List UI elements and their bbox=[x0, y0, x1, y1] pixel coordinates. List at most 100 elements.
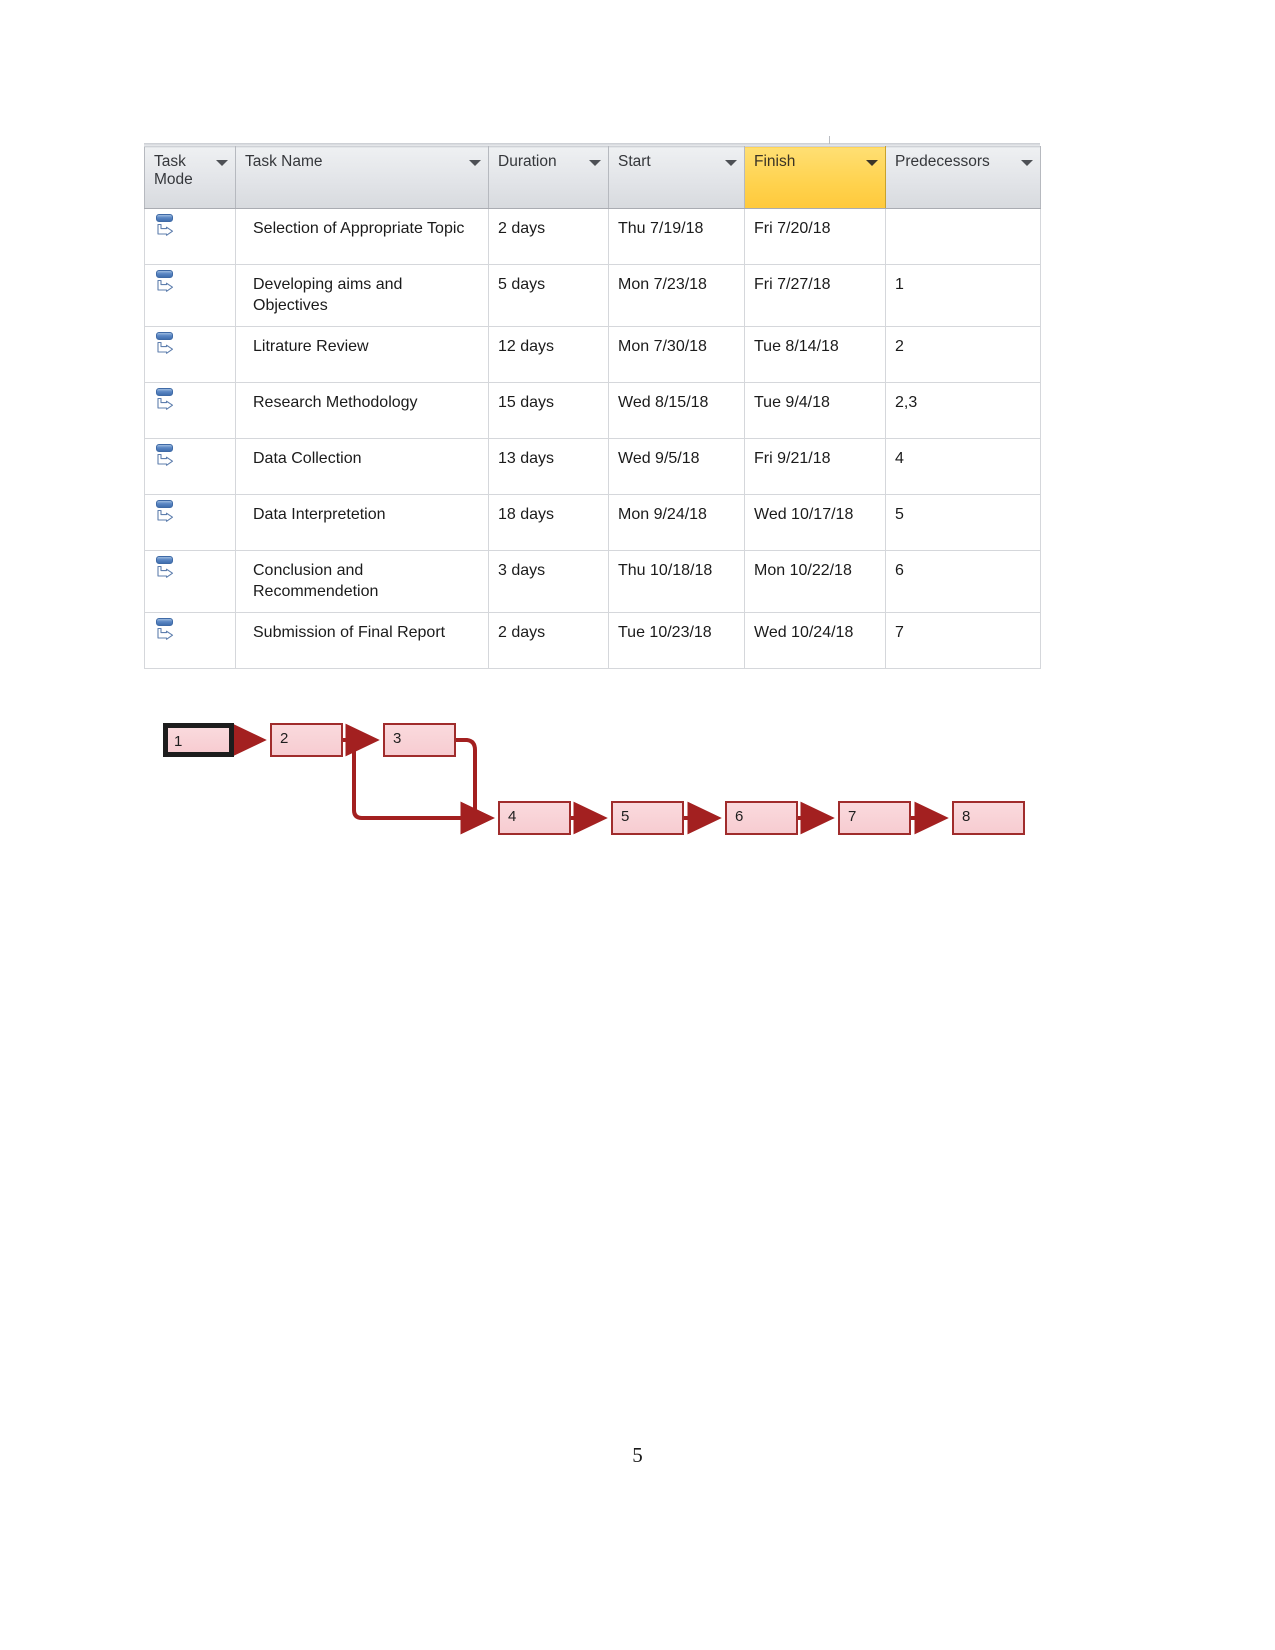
cell-predecessors[interactable]: 6 bbox=[885, 550, 1041, 614]
table-row[interactable]: Research Methodology 15 days Wed 8/15/18… bbox=[144, 382, 1041, 440]
column-header-task-name[interactable]: Task Name bbox=[235, 146, 489, 209]
cell-start[interactable]: Wed 8/15/18 bbox=[608, 382, 745, 440]
filter-dropdown-icon[interactable] bbox=[1021, 160, 1033, 166]
cell-start[interactable]: Thu 7/19/18 bbox=[608, 208, 745, 265]
cell-finish[interactable]: Fri 9/21/18 bbox=[744, 438, 886, 496]
cell-task-mode[interactable] bbox=[144, 550, 236, 614]
cell-task-mode[interactable] bbox=[144, 438, 236, 496]
cell-predecessors[interactable]: 5 bbox=[885, 494, 1041, 552]
cell-task-mode[interactable] bbox=[144, 264, 236, 328]
cell-finish[interactable]: Mon 10/22/18 bbox=[744, 550, 886, 614]
cell-task-mode[interactable] bbox=[144, 382, 236, 440]
network-node-2[interactable]: 2 bbox=[270, 723, 343, 757]
column-header-label: Task Mode bbox=[154, 153, 193, 189]
table-row[interactable]: Litrature Review 12 days Mon 7/30/18 Tue… bbox=[144, 326, 1041, 384]
cell-task-name[interactable]: Data Interpretetion bbox=[235, 494, 489, 552]
cell-finish[interactable]: Tue 9/4/18 bbox=[744, 382, 886, 440]
auto-schedule-icon bbox=[155, 269, 179, 295]
cell-start[interactable]: Tue 10/23/18 bbox=[608, 612, 745, 670]
task-grid-body: Selection of Appropriate Topic 2 days Th… bbox=[144, 208, 1041, 670]
network-node-label: 6 bbox=[735, 808, 744, 825]
network-node-label: 3 bbox=[393, 730, 402, 747]
network-node-label: 7 bbox=[848, 808, 857, 825]
filter-dropdown-icon[interactable] bbox=[589, 160, 601, 166]
cell-task-mode[interactable] bbox=[144, 612, 236, 670]
cell-duration[interactable]: 5 days bbox=[488, 264, 609, 328]
cell-task-name[interactable]: Selection of Appropriate Topic bbox=[235, 208, 489, 265]
cell-duration[interactable]: 18 days bbox=[488, 494, 609, 552]
timescale-tick-mark bbox=[829, 136, 830, 144]
cell-task-name[interactable]: Submission of Final Report bbox=[235, 612, 489, 670]
filter-dropdown-icon[interactable] bbox=[725, 160, 737, 166]
cell-duration[interactable]: 2 days bbox=[488, 208, 609, 265]
cell-duration[interactable]: 15 days bbox=[488, 382, 609, 440]
column-header-start[interactable]: Start bbox=[608, 146, 745, 209]
cell-predecessors[interactable] bbox=[885, 208, 1041, 265]
network-node-4[interactable]: 4 bbox=[498, 801, 571, 835]
cell-task-mode[interactable] bbox=[144, 494, 236, 552]
cell-finish[interactable]: Fri 7/20/18 bbox=[744, 208, 886, 265]
cell-task-name[interactable]: Litrature Review bbox=[235, 326, 489, 384]
column-header-label: Predecessors bbox=[895, 153, 990, 170]
cell-duration[interactable]: 13 days bbox=[488, 438, 609, 496]
table-header-row: Task Mode Task Name Duration Start Finis… bbox=[144, 146, 1041, 209]
column-header-label: Start bbox=[618, 153, 651, 170]
network-node-7[interactable]: 7 bbox=[838, 801, 911, 835]
cell-predecessors[interactable]: 1 bbox=[885, 264, 1041, 328]
page-number: 5 bbox=[632, 1443, 643, 1467]
cell-task-mode[interactable] bbox=[144, 326, 236, 384]
cell-finish[interactable]: Tue 8/14/18 bbox=[744, 326, 886, 384]
table-row[interactable]: Conclusion and Recommendetion 3 days Thu… bbox=[144, 550, 1041, 614]
column-header-finish[interactable]: Finish bbox=[744, 146, 886, 209]
column-header-predecessors[interactable]: Predecessors bbox=[885, 146, 1041, 209]
cell-task-name[interactable]: Research Methodology bbox=[235, 382, 489, 440]
cell-task-name[interactable]: Data Collection bbox=[235, 438, 489, 496]
network-node-1[interactable]: 1 bbox=[163, 723, 234, 757]
cell-predecessors[interactable]: 2,3 bbox=[885, 382, 1041, 440]
column-header-duration[interactable]: Duration bbox=[488, 146, 609, 209]
network-node-3[interactable]: 3 bbox=[383, 723, 456, 757]
network-node-5[interactable]: 5 bbox=[611, 801, 684, 835]
project-task-table: Task Mode Task Name Duration Start Finis… bbox=[144, 136, 1041, 670]
cell-task-mode[interactable] bbox=[144, 208, 236, 265]
cell-task-name[interactable]: Conclusion and Recommendetion bbox=[235, 550, 489, 614]
cell-start[interactable]: Mon 7/23/18 bbox=[608, 264, 745, 328]
network-node-label: 1 bbox=[174, 733, 183, 750]
network-node-6[interactable]: 6 bbox=[725, 801, 798, 835]
cell-finish[interactable]: Wed 10/17/18 bbox=[744, 494, 886, 552]
filter-dropdown-icon[interactable] bbox=[866, 160, 878, 166]
cell-start[interactable]: Mon 9/24/18 bbox=[608, 494, 745, 552]
table-row[interactable]: Data Collection 13 days Wed 9/5/18 Fri 9… bbox=[144, 438, 1041, 496]
cell-predecessors[interactable]: 2 bbox=[885, 326, 1041, 384]
cell-predecessors[interactable]: 7 bbox=[885, 612, 1041, 670]
cell-start[interactable]: Wed 9/5/18 bbox=[608, 438, 745, 496]
table-row[interactable]: Data Interpretetion 18 days Mon 9/24/18 … bbox=[144, 494, 1041, 552]
network-diagram: 1 2 3 4 5 6 7 8 bbox=[150, 700, 1050, 860]
table-row[interactable]: Developing aims and Objectives 5 days Mo… bbox=[144, 264, 1041, 328]
auto-schedule-icon bbox=[155, 331, 179, 357]
network-node-label: 4 bbox=[508, 808, 517, 825]
cell-start[interactable]: Mon 7/30/18 bbox=[608, 326, 745, 384]
cell-start[interactable]: Thu 10/18/18 bbox=[608, 550, 745, 614]
column-header-label: Finish bbox=[754, 153, 796, 170]
cell-duration[interactable]: 2 days bbox=[488, 612, 609, 670]
cell-predecessors[interactable]: 4 bbox=[885, 438, 1041, 496]
auto-schedule-icon bbox=[155, 499, 179, 525]
cell-finish[interactable]: Fri 7/27/18 bbox=[744, 264, 886, 328]
auto-schedule-icon bbox=[155, 443, 179, 469]
cell-task-name[interactable]: Developing aims and Objectives bbox=[235, 264, 489, 328]
filter-dropdown-icon[interactable] bbox=[469, 160, 481, 166]
auto-schedule-icon bbox=[155, 617, 179, 643]
cell-duration[interactable]: 12 days bbox=[488, 326, 609, 384]
auto-schedule-icon bbox=[155, 387, 179, 413]
column-header-label: Task Name bbox=[245, 153, 323, 170]
task-grid: Task Mode Task Name Duration Start Finis… bbox=[144, 146, 1041, 670]
auto-schedule-icon bbox=[155, 555, 179, 581]
filter-dropdown-icon[interactable] bbox=[216, 160, 228, 166]
cell-finish[interactable]: Wed 10/24/18 bbox=[744, 612, 886, 670]
network-node-8[interactable]: 8 bbox=[952, 801, 1025, 835]
column-header-task-mode[interactable]: Task Mode bbox=[144, 146, 236, 209]
cell-duration[interactable]: 3 days bbox=[488, 550, 609, 614]
table-row[interactable]: Selection of Appropriate Topic 2 days Th… bbox=[144, 208, 1041, 265]
table-row[interactable]: Submission of Final Report 2 days Tue 10… bbox=[144, 612, 1041, 670]
